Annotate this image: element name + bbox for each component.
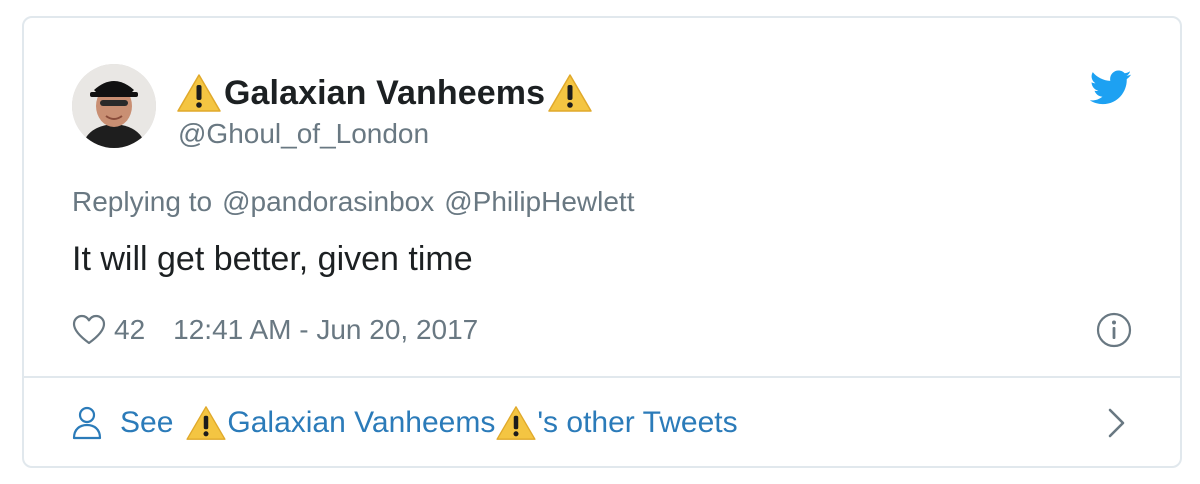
author-name-row[interactable]: Galaxian Vanheems xyxy=(176,72,593,114)
like-count[interactable]: 42 xyxy=(114,314,145,346)
twitter-bird-icon[interactable] xyxy=(1090,70,1132,106)
reply-mention-link[interactable]: @pandorasinbox xyxy=(222,186,434,217)
person-icon xyxy=(72,406,102,440)
author-display-name[interactable]: Galaxian Vanheems xyxy=(224,74,545,113)
see-label[interactable]: See xyxy=(120,406,173,440)
author-handle[interactable]: @Ghoul_of_London xyxy=(178,118,429,150)
warning-sign-icon xyxy=(185,405,227,441)
warning-sign-icon xyxy=(176,73,222,113)
tweet-meta-row: 42 12:41 AM - Jun 20, 2017 xyxy=(72,312,478,348)
heart-icon[interactable] xyxy=(72,314,106,346)
footer-author-name[interactable]: Galaxian Vanheems xyxy=(227,406,495,440)
warning-sign-icon xyxy=(495,405,537,441)
footer-suffix[interactable]: 's other Tweets xyxy=(537,406,737,440)
tweet-timestamp[interactable]: 12:41 AM - Jun 20, 2017 xyxy=(173,314,478,346)
avatar[interactable] xyxy=(72,64,156,148)
reply-mention-link[interactable]: @PhilipHewlett xyxy=(444,186,634,217)
see-other-tweets-link[interactable]: See Galaxian Vanheems 's other Tweets xyxy=(72,402,738,444)
chevron-right-icon[interactable] xyxy=(1106,406,1128,440)
tweet-text: It will get better, given time xyxy=(72,240,473,278)
info-icon[interactable] xyxy=(1096,312,1132,348)
embedded-tweet-card: Galaxian Vanheems @Ghoul_of_London Reply… xyxy=(22,16,1182,468)
warning-sign-icon xyxy=(547,73,593,113)
replying-to-prefix: Replying to xyxy=(72,186,213,217)
replying-to-line: Replying to @pandorasinbox @PhilipHewlett xyxy=(72,186,645,218)
divider xyxy=(24,376,1180,378)
